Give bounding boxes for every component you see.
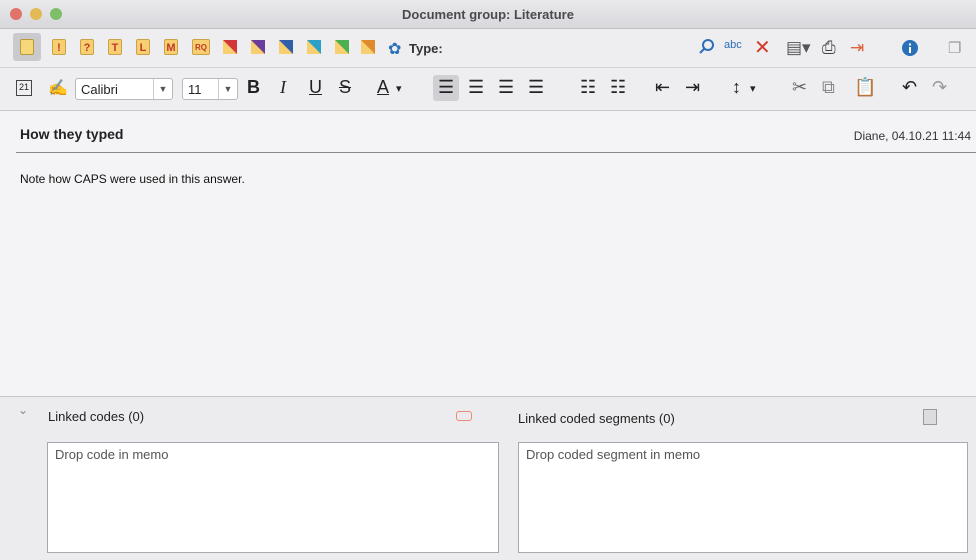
exit-icon[interactable]: ⇥	[850, 38, 864, 58]
print-icon[interactable]: ⎙	[822, 38, 836, 58]
window-title: Document group: Literature	[402, 7, 574, 22]
linked-panel: ⌄ Linked codes (0) Linked coded segments…	[0, 396, 976, 560]
linked-segments-label: Linked coded segments (0)	[518, 411, 675, 426]
font-family-select[interactable]: Calibri ▼	[75, 78, 173, 100]
bold-button[interactable]: B	[247, 77, 260, 98]
bullet-list-icon[interactable]: ☷	[580, 77, 596, 98]
type-label: Type:	[409, 41, 443, 56]
memo-text[interactable]: Note how CAPS were used in this answer.	[20, 172, 245, 186]
copy-icon[interactable]: ⧉	[822, 77, 835, 98]
calendar-icon[interactable]: 21	[16, 80, 32, 96]
font-color-button[interactable]: A	[377, 77, 389, 98]
chevron-down-icon[interactable]: ▼	[153, 79, 172, 99]
align-left-icon[interactable]: ☰	[438, 77, 454, 98]
font-size-select[interactable]: 11 ▼	[182, 78, 238, 100]
undock-icon[interactable]: ❐	[948, 39, 961, 57]
memo-color-orange-icon[interactable]	[360, 39, 376, 55]
memo-color-cyan-icon[interactable]	[306, 39, 322, 55]
info-icon[interactable]	[902, 40, 918, 56]
chevron-down-icon[interactable]: ▾	[750, 82, 756, 95]
chevron-down-icon[interactable]: ▼	[218, 79, 237, 99]
indent-icon[interactable]: ⇥	[685, 77, 700, 98]
drop-code-area[interactable]: Drop code in memo	[47, 442, 499, 553]
numbered-list-icon[interactable]: ☷	[610, 77, 626, 98]
memo-l-icon[interactable]: L	[136, 39, 150, 55]
align-right-icon[interactable]: ☰	[498, 77, 514, 98]
segment-list-icon[interactable]	[923, 409, 937, 425]
memo-question-icon[interactable]: ?	[80, 39, 94, 55]
brush-icon[interactable]: ✍	[48, 78, 68, 98]
italic-button[interactable]: I	[280, 77, 286, 98]
memo-color-blue-icon[interactable]	[278, 39, 294, 55]
memo-m-icon[interactable]: M	[164, 39, 178, 55]
memo-author-date: Diane, 04.10.21 11:44	[853, 129, 971, 143]
title-bar: Document group: Literature	[0, 0, 976, 29]
memo-t-icon[interactable]: T	[108, 39, 122, 55]
redo-icon[interactable]: ↷	[932, 77, 947, 98]
spellcheck-icon[interactable]: abc	[724, 39, 742, 51]
export-icon[interactable]: ▤▾	[786, 38, 811, 58]
strikethrough-button[interactable]: S	[339, 77, 351, 98]
align-justify-icon[interactable]: ☰	[528, 77, 544, 98]
underline-button[interactable]: U	[309, 77, 322, 98]
cut-icon[interactable]: ✂	[792, 77, 807, 98]
align-center-icon[interactable]: ☰	[468, 77, 484, 98]
code-tag-icon[interactable]	[456, 411, 472, 421]
delete-icon[interactable]: ✕	[754, 35, 771, 60]
outdent-icon[interactable]: ⇤	[655, 77, 670, 98]
memo-color-green-icon[interactable]	[334, 39, 350, 55]
memo-rq-icon[interactable]: RQ	[192, 39, 210, 55]
memo-plain-icon[interactable]	[20, 39, 34, 55]
memo-type-toolbar: ! ? T L M RQ ✿ Type: abc ✕ ▤▾ ⎙ ⇥ ❐	[0, 29, 976, 68]
paste-icon[interactable]: 📋	[854, 77, 876, 98]
font-family-value: Calibri	[81, 82, 118, 97]
line-spacing-icon[interactable]: ↕	[732, 77, 741, 98]
gear-icon[interactable]: ✿	[388, 39, 401, 59]
memo-color-purple-icon[interactable]	[250, 39, 266, 55]
chevron-down-icon[interactable]: ▾	[396, 82, 402, 95]
font-size-value: 11	[188, 82, 202, 97]
memo-title[interactable]: How they typed	[20, 126, 123, 142]
format-toolbar: 21 ✍ Calibri ▼ 11 ▼ B I U S A ▾ ☰ ☰ ☰ ☰ …	[0, 68, 976, 111]
undo-icon[interactable]: ↶	[902, 77, 917, 98]
linked-codes-label: Linked codes (0)	[48, 409, 145, 424]
memo-exclamation-icon[interactable]: !	[52, 39, 66, 55]
chevron-down-icon[interactable]: ⌄	[18, 403, 28, 417]
search-icon[interactable]	[698, 38, 716, 56]
divider	[16, 152, 976, 153]
drop-segment-area[interactable]: Drop coded segment in memo	[518, 442, 968, 553]
memo-color-red-icon[interactable]	[222, 39, 238, 55]
